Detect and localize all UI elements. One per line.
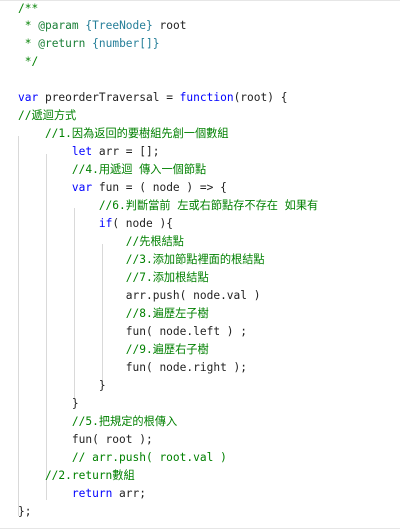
code-line-6: var preorderTraversal = function(root) { [18,91,288,104]
code-line-12: //6.判斷當前 左或右節點存不存在 如果有 [18,199,319,212]
code-line-22: } [18,379,106,392]
code-line-15: //3.添加節點裡面的根結點 [18,253,265,266]
code-line-17: arr.push( node.val ) [18,289,261,302]
code-line-3: * @return {number[]} [18,37,160,50]
editor-bottom-border [0,528,400,529]
code-line-11: var fun = ( node ) => { [71,181,227,194]
code-line-29: }; [18,505,32,518]
code-line-24: //5.把規定的根傳入 [18,415,178,428]
code-line-23: } [18,397,79,410]
code-editor[interactable]: /** * @param {TreeNode} root * @return {… [0,0,400,531]
code-line-9: let arr = []; [71,145,160,158]
code-line-1: /** [18,2,39,15]
code-line-27: //2.return數組 [18,469,135,482]
code-line-4: */ [18,55,39,68]
code-line-18: //8.遍歷左子樹 [18,307,209,320]
code-line-28: return arr; [71,487,146,500]
code-line-21: fun( node.right ); [18,361,248,374]
code-line-2: * @param {TreeNode} root [18,19,187,32]
code-line-10: //4.用遞迴 傳入一個節點 [18,163,207,176]
code-line-26: // arr.push( root.val ) [18,451,227,464]
editor-top-border [0,0,400,1]
code-line-25: fun( root ); [18,433,153,446]
code-line-20: //9.遍歷右子樹 [18,343,209,356]
code-line-16: //7.添加根結點 [18,271,209,284]
code-line-7: //遞迴方式 [18,109,77,122]
code-line-19: fun( node.left ) ; [18,325,248,338]
code-line-13: if( node ){ [98,217,173,230]
code-line-14: //先根結點 [18,235,184,248]
code-line-8: //1.因為返回的要樹組先創一個數組 [18,127,229,140]
